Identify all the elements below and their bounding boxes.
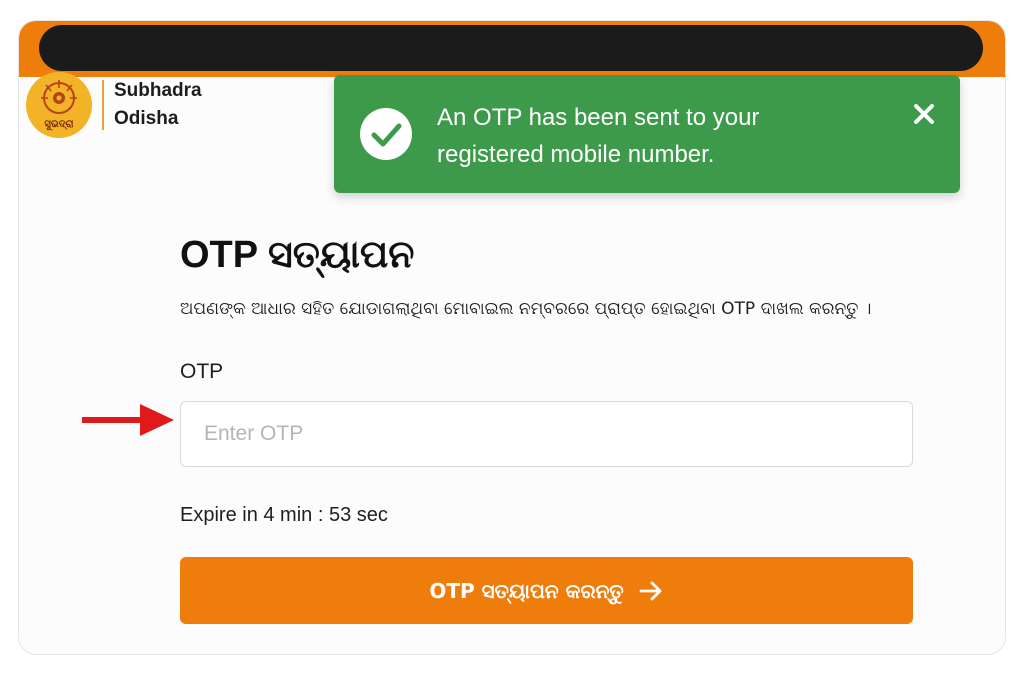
- svg-text:ସୁଭଦ୍ରା: ସୁଭଦ୍ରା: [44, 119, 73, 131]
- verify-otp-button-label: OTP ସତ୍ୟାପନ କରନ୍ତୁ: [429, 578, 624, 603]
- toast-message: An OTP has been sent to your registered …: [437, 104, 760, 168]
- otp-expiry-timer: Expire in 4 min : 53 sec: [180, 504, 388, 526]
- brand-line-1: Subhadra: [114, 80, 202, 101]
- top-bar: [19, 21, 1005, 77]
- brand[interactable]: ସୁଭଦ୍ରା Subhadra Odisha: [26, 72, 202, 138]
- page-subtitle: ଅପଣଙ୍କ ଆଧାର ସହିତ ଯୋଡାଗଲାଥିବା ମୋବାଇଲ ନମ୍ବ…: [180, 299, 872, 319]
- brand-divider: [102, 80, 104, 130]
- arrow-right-icon: [82, 404, 174, 436]
- otp-label: OTP: [180, 360, 224, 383]
- verify-otp-button[interactable]: OTP ସତ୍ୟାପନ କରନ୍ତୁ: [180, 557, 913, 624]
- top-bar-pill: [39, 25, 983, 71]
- arrow-right-icon: [639, 581, 662, 600]
- logo-emblem-icon: ସୁଭଦ୍ରା: [27, 73, 91, 137]
- brand-line-2: Odisha: [114, 108, 179, 129]
- check-circle-icon: [360, 108, 412, 160]
- success-toast: An OTP has been sent to your registered …: [334, 75, 960, 193]
- page: ସୁଭଦ୍ରା Subhadra Odisha An OTP has been …: [0, 0, 1024, 683]
- brand-name: Subhadra Odisha: [114, 77, 202, 133]
- close-icon[interactable]: [909, 99, 939, 129]
- page-title: OTP ସତ୍ୟାପନ: [180, 234, 415, 276]
- otp-input[interactable]: [180, 401, 913, 467]
- subhadra-logo: ସୁଭଦ୍ରା: [26, 72, 92, 138]
